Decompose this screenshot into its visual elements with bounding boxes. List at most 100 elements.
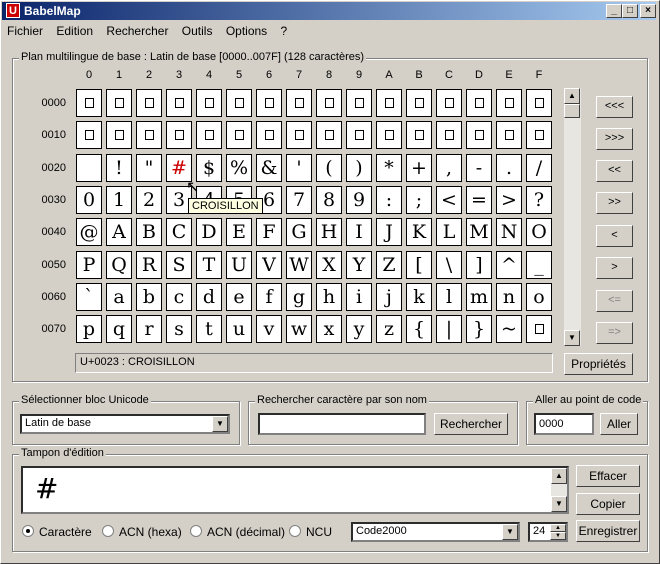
nav-button[interactable]: <=	[596, 290, 633, 312]
chevron-down-icon[interactable]: ▼	[502, 524, 518, 540]
char-cell[interactable]: s	[166, 315, 192, 343]
char-cell[interactable]: 0	[76, 186, 102, 214]
char-cell[interactable]	[496, 121, 522, 149]
buffer-scrollbar[interactable]: ▲ ▼	[551, 468, 567, 512]
char-cell[interactable]: M	[466, 218, 492, 246]
char-cell[interactable]: F	[256, 218, 282, 246]
char-cell[interactable]: ;	[406, 186, 432, 214]
char-cell[interactable]: ]	[466, 251, 492, 279]
char-cell[interactable]	[376, 121, 402, 149]
char-cell[interactable]: P	[76, 251, 102, 279]
clear-button[interactable]: Effacer	[576, 465, 640, 487]
char-cell[interactable]: .	[496, 154, 522, 182]
char-cell[interactable]: 9	[346, 186, 372, 214]
search-button[interactable]: Rechercher	[434, 413, 508, 435]
char-cell[interactable]: $	[196, 154, 222, 182]
menu-rechercher[interactable]: Rechercher	[101, 22, 173, 40]
char-cell[interactable]: a	[106, 283, 132, 311]
radio-acn-decimal[interactable]: ACN (décimal)	[190, 525, 285, 539]
menu-fichier[interactable]: Fichier	[2, 22, 48, 40]
font-select[interactable]: Code2000 ▼	[351, 522, 520, 542]
maximize-button[interactable]: □	[622, 4, 638, 18]
char-cell[interactable]	[136, 89, 162, 117]
char-cell[interactable]	[166, 89, 192, 117]
char-cell[interactable]	[466, 89, 492, 117]
char-cell[interactable]	[526, 315, 552, 343]
nav-button[interactable]: <<<	[596, 96, 633, 118]
char-cell[interactable]: R	[136, 251, 162, 279]
char-cell[interactable]: ~	[496, 315, 522, 343]
buffer-scroll-down-button[interactable]: ▼	[551, 496, 567, 512]
minimize-button[interactable]: _	[606, 4, 622, 18]
font-size-spinner[interactable]: 24 ▲ ▼	[528, 522, 568, 542]
char-cell[interactable]: #	[166, 154, 192, 182]
char-cell[interactable]: u	[226, 315, 252, 343]
char-cell[interactable]: '	[286, 154, 312, 182]
char-cell[interactable]: Y	[346, 251, 372, 279]
char-cell[interactable]	[196, 121, 222, 149]
char-cell[interactable]: |	[436, 315, 462, 343]
char-cell[interactable]: :	[376, 186, 402, 214]
search-input[interactable]	[258, 413, 426, 435]
char-cell[interactable]	[166, 121, 192, 149]
char-cell[interactable]: B	[136, 218, 162, 246]
char-cell[interactable]	[406, 89, 432, 117]
char-cell[interactable]	[316, 89, 342, 117]
radio-character[interactable]: Caractère	[22, 525, 92, 539]
char-cell[interactable]	[376, 89, 402, 117]
char-cell[interactable]	[436, 121, 462, 149]
radio-dot[interactable]	[289, 525, 301, 537]
char-cell[interactable]	[136, 121, 162, 149]
char-cell[interactable]: \	[436, 251, 462, 279]
char-cell[interactable]: l	[436, 283, 462, 311]
char-cell[interactable]: 7	[286, 186, 312, 214]
char-cell[interactable]: O	[526, 218, 552, 246]
radio-ncu[interactable]: NCU	[289, 525, 332, 539]
char-cell[interactable]: _	[526, 251, 552, 279]
scroll-down-button[interactable]: ▼	[564, 330, 580, 346]
char-cell[interactable]: [	[406, 251, 432, 279]
spin-down-icon[interactable]: ▼	[550, 532, 566, 540]
char-cell[interactable]: >	[496, 186, 522, 214]
char-cell[interactable]: E	[226, 218, 252, 246]
char-cell[interactable]: )	[346, 154, 372, 182]
char-cell[interactable]: t	[196, 315, 222, 343]
radio-acn-hex[interactable]: ACN (hexa)	[102, 525, 182, 539]
chevron-down-icon[interactable]: ▼	[212, 416, 228, 432]
goto-button[interactable]: Aller	[600, 413, 638, 435]
char-cell[interactable]	[286, 89, 312, 117]
nav-button[interactable]: =>	[596, 322, 633, 344]
char-cell[interactable]	[106, 121, 132, 149]
char-cell[interactable]	[436, 89, 462, 117]
char-cell[interactable]: -	[466, 154, 492, 182]
char-cell[interactable]: I	[346, 218, 372, 246]
char-cell[interactable]: m	[466, 283, 492, 311]
char-cell[interactable]	[256, 121, 282, 149]
char-cell[interactable]: L	[436, 218, 462, 246]
char-cell[interactable]: Z	[376, 251, 402, 279]
char-cell[interactable]: k	[406, 283, 432, 311]
char-cell[interactable]: g	[286, 283, 312, 311]
char-cell[interactable]	[346, 89, 372, 117]
radio-dot[interactable]	[22, 525, 34, 537]
char-cell[interactable]: w	[286, 315, 312, 343]
menu-options[interactable]: Options	[221, 22, 272, 40]
radio-dot[interactable]	[102, 525, 114, 537]
char-cell[interactable]: G	[286, 218, 312, 246]
char-cell[interactable]: {	[406, 315, 432, 343]
char-cell[interactable]: x	[316, 315, 342, 343]
char-cell[interactable]: W	[286, 251, 312, 279]
char-cell[interactable]: r	[136, 315, 162, 343]
char-cell[interactable]: &	[256, 154, 282, 182]
char-cell[interactable]: U	[226, 251, 252, 279]
char-cell[interactable]: +	[406, 154, 432, 182]
char-cell[interactable]: S	[166, 251, 192, 279]
char-cell[interactable]: =	[466, 186, 492, 214]
char-cell[interactable]: ?	[526, 186, 552, 214]
menu-help[interactable]: ?	[276, 22, 293, 40]
char-cell[interactable]: b	[136, 283, 162, 311]
properties-button[interactable]: Propriétés	[564, 353, 633, 375]
char-cell[interactable]: N	[496, 218, 522, 246]
char-cell[interactable]: }	[466, 315, 492, 343]
nav-button[interactable]: >>	[596, 192, 633, 214]
